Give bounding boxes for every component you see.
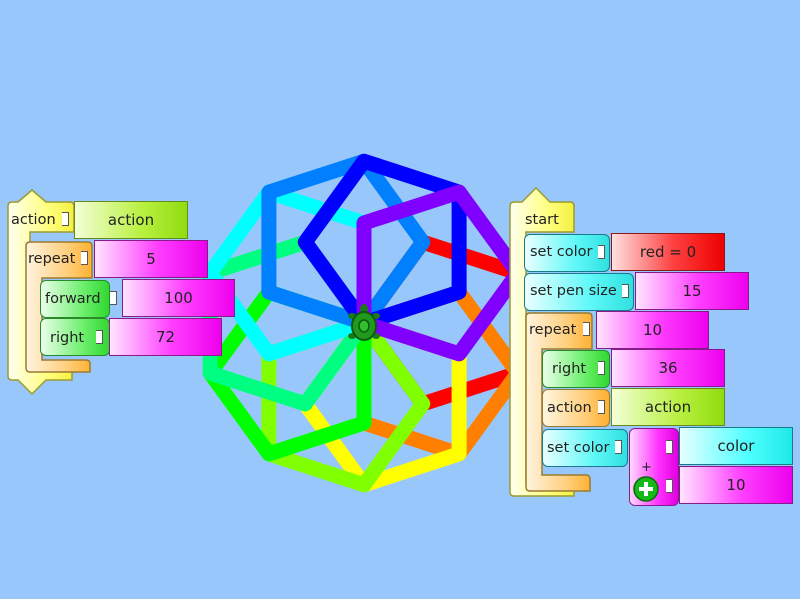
start-block-label: start: [525, 212, 559, 228]
connector: [81, 251, 88, 265]
color-value-field[interactable]: red = 0: [611, 233, 725, 271]
plus-operator-label: +: [641, 460, 652, 475]
connector: [615, 440, 622, 454]
connector: [622, 284, 629, 298]
action-name-field[interactable]: action: [74, 201, 188, 239]
connector: [598, 361, 605, 375]
action-block-label: action: [11, 212, 56, 228]
repeat-count-field[interactable]: 5: [94, 240, 208, 278]
connector: [598, 400, 605, 414]
connector: [583, 322, 590, 336]
forward-block-label: forward: [45, 291, 101, 307]
right-block-label: right: [552, 361, 587, 377]
repeat-block-label: repeat: [28, 251, 76, 267]
forward-distance-field[interactable]: 100: [122, 279, 235, 317]
connector: [62, 212, 69, 226]
set-color-block-label: set color: [547, 440, 610, 456]
set-color-block-label: set color: [530, 244, 593, 260]
pen-size-field[interactable]: 15: [635, 272, 749, 310]
action-name-field[interactable]: action: [611, 388, 725, 426]
right-angle-field[interactable]: 36: [611, 349, 725, 387]
plus-icon[interactable]: [632, 475, 660, 503]
set-pen-size-block-label: set pen size: [530, 283, 617, 299]
color-variable-field[interactable]: color: [679, 427, 793, 465]
repeat-count-field[interactable]: 10: [596, 311, 709, 349]
right-angle-field[interactable]: 72: [109, 318, 222, 356]
action-call-block-label: action: [547, 400, 592, 416]
connector: [666, 479, 673, 493]
right-block-label: right: [50, 330, 85, 346]
repeat-block-label: repeat: [529, 322, 577, 338]
connector: [598, 245, 605, 259]
connector: [96, 330, 103, 344]
connector: [666, 440, 673, 454]
connector: [110, 291, 117, 305]
increment-field[interactable]: 10: [679, 466, 793, 504]
